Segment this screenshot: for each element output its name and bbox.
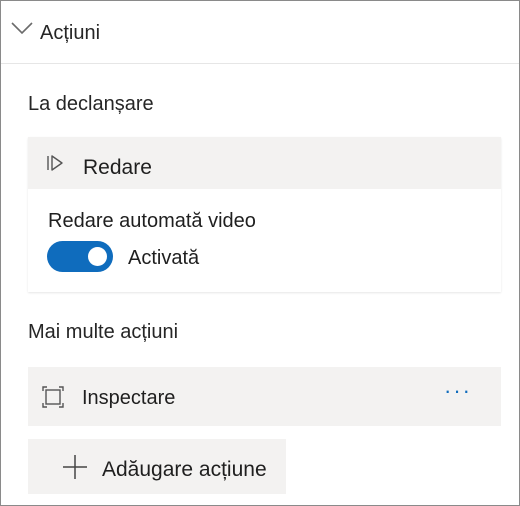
inspect-icon [42,386,64,408]
toggle-knob [88,247,107,266]
plus-icon [63,455,87,479]
more-options-icon[interactable]: ··· [441,380,475,411]
action-name: Redare [83,156,152,179]
action-card-header[interactable]: Redare [28,137,501,189]
play-icon [47,155,63,171]
autoplay-option-label: Redare automată video [48,210,256,232]
add-action-button[interactable]: Adăugare acțiune [28,439,286,494]
autoplay-toggle[interactable] [47,241,113,272]
more-actions-item-label: Inspectare [82,387,176,409]
add-action-label: Adăugare acțiune [102,458,267,481]
more-actions-label: Mai multe acțiuni [28,321,179,343]
chevron-down-icon[interactable] [9,17,35,39]
section-title: Acțiuni [40,22,101,44]
trigger-label: La declanșare [28,93,154,115]
action-card: Redare Redare automată video Activată [28,137,501,292]
actions-panel: Acțiuni La declanșare Redare Redare auto… [0,0,520,506]
toggle-state-label: Activată [128,247,200,269]
actions-section-header[interactable]: Acțiuni [1,1,519,64]
more-actions-item-inspect[interactable]: Inspectare ··· [28,367,501,426]
